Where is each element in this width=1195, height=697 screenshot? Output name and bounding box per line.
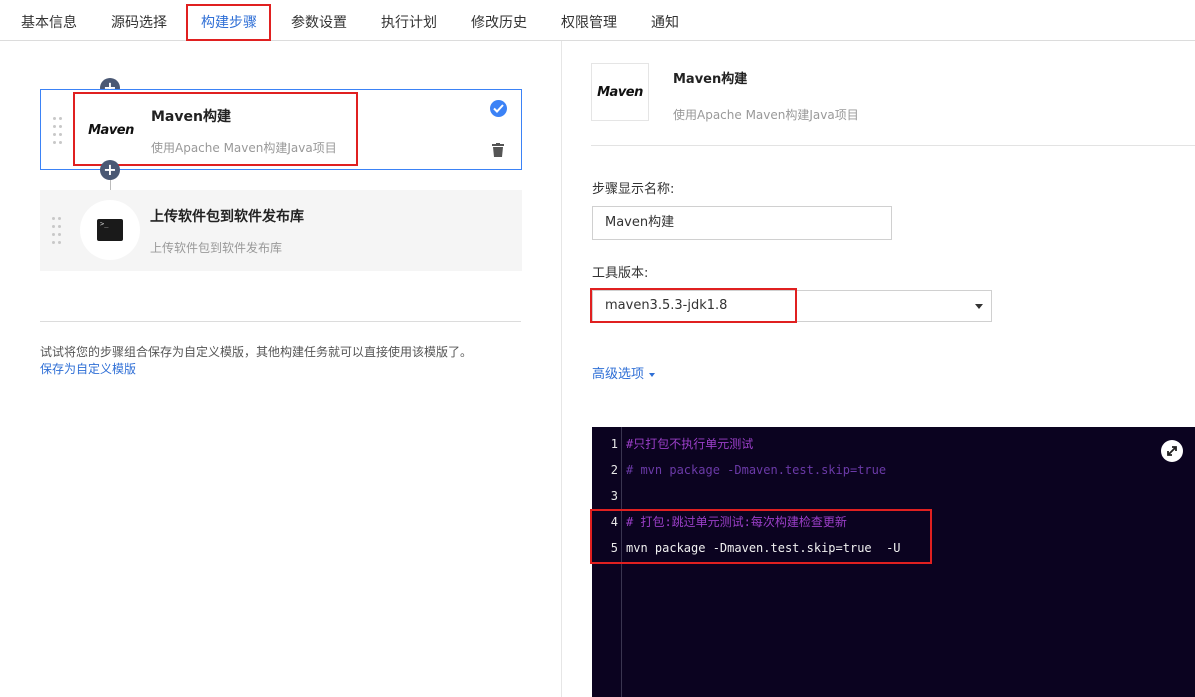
active-tab-highlight-box [186, 4, 271, 41]
tab-history[interactable]: 修改历史 [471, 0, 527, 41]
caret-down-icon [649, 372, 656, 377]
chevron-down-icon [975, 304, 983, 309]
tab-schedule[interactable]: 执行计划 [381, 0, 437, 41]
tab-parameters[interactable]: 参数设置 [291, 0, 347, 41]
step-connector [110, 180, 111, 190]
trash-icon[interactable] [492, 143, 504, 157]
step-name-input[interactable]: Maven构建 [592, 206, 892, 240]
code-text: #只打包不执行单元测试 [626, 437, 754, 451]
terminal-icon [97, 219, 123, 241]
drag-handle-icon[interactable] [53, 117, 63, 145]
line-number: 2 [610, 463, 618, 477]
step-card-highlight-box [73, 92, 358, 166]
left-divider [40, 321, 521, 322]
tab-source[interactable]: 源码选择 [111, 0, 167, 41]
line-number: 1 [610, 437, 618, 451]
terminal-logo [80, 200, 140, 260]
detail-logo: Maven [591, 63, 649, 121]
step-name-label: 步骤显示名称: [592, 182, 675, 197]
step-card-upload[interactable]: 上传软件包到软件发布库 上传软件包到软件发布库 [40, 190, 522, 271]
advanced-options-toggle[interactable]: 高级选项 [592, 363, 656, 382]
tab-basic-info[interactable]: 基本信息 [21, 0, 77, 41]
detail-title: Maven构建 [673, 72, 748, 87]
template-tip: 试试将您的步骤组合保存为自定义模版，其他构建任务就可以直接使用该模版了。 [40, 345, 473, 359]
tool-version-highlight-box [590, 288, 797, 323]
top-tab-bar: 基本信息 源码选择 构建步骤 参数设置 执行计划 修改历史 权限管理 通知 [0, 0, 1195, 41]
detail-divider [591, 145, 1195, 146]
line-number: 3 [610, 489, 618, 503]
step-title: 上传软件包到软件发布库 [150, 209, 304, 225]
add-step-between-button[interactable]: + [100, 160, 120, 180]
tab-notifications[interactable]: 通知 [651, 0, 679, 41]
tab-permissions[interactable]: 权限管理 [561, 0, 617, 41]
code-line: 1 #只打包不执行单元测试 [592, 431, 1192, 457]
tool-version-label: 工具版本: [592, 266, 649, 281]
check-icon [490, 100, 507, 117]
code-highlight-box [590, 509, 932, 564]
code-line: 3 [592, 483, 1192, 509]
code-line: 2 # mvn package -Dmaven.test.skip=true [592, 457, 1192, 483]
step-description: 上传软件包到软件发布库 [150, 241, 283, 255]
detail-description: 使用Apache Maven构建Java项目 [673, 108, 859, 122]
drag-handle-icon[interactable] [52, 217, 62, 245]
panel-divider [561, 41, 562, 697]
save-template-link[interactable]: 保存为自定义模版 [40, 360, 136, 377]
expand-icon[interactable] [1161, 440, 1183, 462]
code-text: # mvn package -Dmaven.test.skip=true [626, 463, 887, 477]
